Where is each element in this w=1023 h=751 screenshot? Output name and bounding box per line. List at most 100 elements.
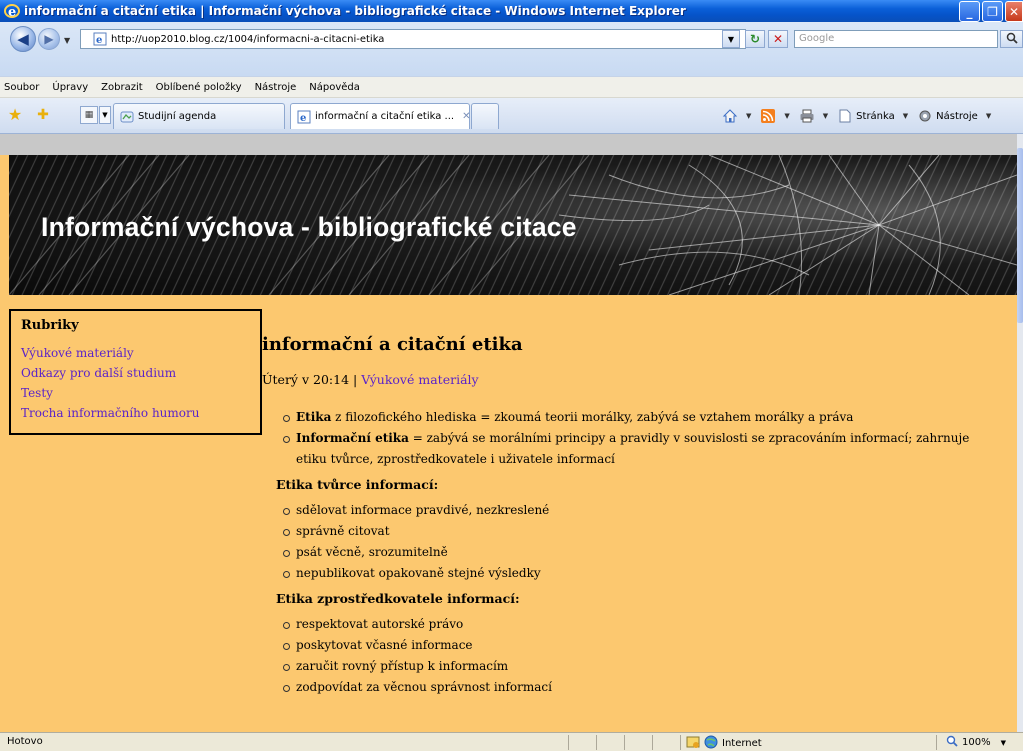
- sidebar-item-vyukove-materialy[interactable]: Výukové materiály: [21, 343, 250, 363]
- article-meta: Úterý v 20:14 | Výukové materiály: [262, 372, 1002, 387]
- list-item: poskytovat včasné informace: [283, 635, 1002, 656]
- internet-explorer-icon: e: [4, 3, 20, 20]
- maximize-button[interactable]: ❐: [982, 1, 1003, 22]
- section-heading: Etika zprostředkovatele informací:: [276, 591, 520, 606]
- chevron-down-icon[interactable]: ▼: [823, 112, 828, 120]
- address-bar[interactable]: e http://uop2010.blog.cz/1004/informacni…: [80, 29, 746, 49]
- status-divider: [652, 735, 653, 750]
- refresh-button[interactable]: ↻: [745, 30, 765, 48]
- history-dropdown-icon[interactable]: ▼: [64, 36, 70, 45]
- add-favorite-icon[interactable]: ✚: [34, 106, 52, 124]
- tab-favicon-icon: [120, 110, 134, 124]
- zone-label: Internet: [722, 738, 762, 749]
- menu-tools[interactable]: Nástroje: [255, 82, 297, 93]
- new-tab-button[interactable]: [471, 103, 499, 129]
- tab-list-dropdown-icon[interactable]: ▼: [99, 106, 111, 124]
- page-top-strip: [0, 134, 1017, 155]
- article-category-link[interactable]: Výukové materiály: [361, 372, 478, 387]
- forward-arrow-icon: ▶: [44, 32, 54, 46]
- menu-view[interactable]: Zobrazit: [101, 82, 143, 93]
- page-menu-button[interactable]: Stránka ▼: [837, 108, 913, 124]
- stop-button[interactable]: ✕: [768, 30, 788, 48]
- chevron-down-icon: ▼: [985, 112, 992, 120]
- tools-menu-button[interactable]: Nástroje ▼: [917, 108, 996, 124]
- close-tab-icon[interactable]: ✕: [462, 111, 469, 122]
- tab-favicon-icon: e: [297, 110, 311, 124]
- minimize-button[interactable]: _: [959, 1, 980, 22]
- favorites-star-icon[interactable]: ★: [6, 106, 24, 124]
- refresh-icon: ↻: [749, 32, 761, 46]
- sidebar-item-odkazy[interactable]: Odkazy pro další studium: [21, 363, 250, 383]
- article-title: informační a citační etika: [262, 334, 523, 355]
- list-item: sdělovat informace pravdivé, nezkreslené: [283, 500, 1002, 521]
- page-icon: e: [93, 32, 107, 46]
- rss-icon: [760, 108, 776, 124]
- sidebar-item-humor[interactable]: Trocha informačního humoru: [21, 403, 250, 423]
- address-toolbar: ◀ ▶ ▼ e http://uop2010.blog.cz/1004/info…: [0, 22, 1023, 76]
- window-titlebar[interactable]: e informační a citační etika | Informačn…: [0, 0, 1023, 22]
- chevron-down-icon[interactable]: ▼: [1001, 739, 1006, 747]
- list-item: zodpovídat za věcnou správnost informací: [283, 677, 1002, 698]
- search-icon: [1006, 32, 1018, 47]
- status-text: Hotovo: [7, 736, 43, 747]
- menu-bar: Soubor Úpravy Zobrazit Oblíbené položky …: [0, 76, 1023, 98]
- tab-bar: ★ ✚ ▦ ▼ Studijní agenda e informační a c…: [0, 98, 1023, 134]
- tab-label: informační a citační etika ...: [315, 111, 455, 122]
- home-button[interactable]: ▼: [722, 108, 756, 124]
- term-bold: Etika: [296, 410, 332, 424]
- svg-text:e: e: [300, 113, 306, 124]
- list-item: Informační etika = zabývá se morálními p…: [283, 428, 1002, 470]
- list-item: Etika z filozofického hlediska = zkoumá …: [283, 407, 1002, 428]
- chevron-down-icon: ▼: [902, 112, 909, 120]
- security-zone[interactable]: Internet: [686, 735, 762, 751]
- chevron-down-icon[interactable]: ▼: [784, 112, 789, 120]
- scrollbar-thumb[interactable]: [1017, 148, 1023, 323]
- menu-edit[interactable]: Úpravy: [52, 82, 88, 93]
- chevron-down-icon: ▼: [727, 34, 735, 44]
- window-title: informační a citační etika | Informační …: [24, 4, 686, 18]
- list-item: zaručit rovný přístup k informacím: [283, 656, 1002, 677]
- status-divider: [680, 735, 681, 750]
- article: informační a citační etika Úterý v 20:14…: [262, 334, 1002, 698]
- tools-menu-label: Nástroje: [936, 110, 978, 122]
- svg-text:e: e: [8, 5, 16, 19]
- back-button[interactable]: ◀: [10, 26, 36, 52]
- url-text[interactable]: http://uop2010.blog.cz/1004/informacni-a…: [111, 34, 384, 45]
- menu-help[interactable]: Nápověda: [309, 82, 360, 93]
- status-divider: [624, 735, 625, 750]
- quick-tabs-icon[interactable]: ▦: [80, 106, 98, 124]
- menu-favorites[interactable]: Oblíbené položky: [156, 82, 242, 93]
- tab-current-page[interactable]: e informační a citační etika ... ✕: [290, 103, 470, 129]
- feeds-button[interactable]: ▼: [760, 108, 794, 124]
- site-title[interactable]: Informační výchova - bibliografické cita…: [41, 212, 577, 243]
- forward-button[interactable]: ▶: [38, 28, 60, 50]
- vertical-scrollbar[interactable]: [1017, 134, 1023, 732]
- search-input[interactable]: Google: [794, 30, 998, 48]
- sidebar-item-testy[interactable]: Testy: [21, 383, 250, 403]
- sidebar-heading: Rubriky: [21, 318, 79, 333]
- close-button[interactable]: ✕: [1005, 1, 1023, 22]
- search-button[interactable]: [1000, 30, 1023, 48]
- definition-text: z filozofického hlediska = zkoumá teorii…: [331, 410, 854, 424]
- status-bar: Hotovo Internet 100% ▼: [0, 732, 1023, 751]
- menu-file[interactable]: Soubor: [4, 82, 39, 93]
- section-list: respektovat autorské právo poskytovat vč…: [283, 614, 1002, 698]
- print-button[interactable]: ▼: [799, 108, 833, 124]
- status-divider: [936, 735, 937, 750]
- section-heading: Etika tvůrce informací:: [276, 477, 439, 492]
- printer-icon: [799, 108, 815, 124]
- address-dropdown-button[interactable]: ▼: [722, 30, 740, 48]
- chevron-down-icon[interactable]: ▼: [746, 112, 751, 120]
- tab-studijni-agenda[interactable]: Studijní agenda: [113, 103, 285, 129]
- page-viewport: Informační výchova - bibliografické cita…: [0, 134, 1017, 732]
- section-list: sdělovat informace pravdivé, nezkreslené…: [283, 500, 1002, 584]
- page-menu-label: Stránka: [856, 110, 895, 122]
- zoom-control[interactable]: 100% ▼: [946, 735, 1006, 750]
- page-menu-icon: [837, 108, 853, 124]
- protected-mode-icon: [686, 735, 700, 751]
- stop-icon: ✕: [772, 32, 784, 46]
- globe-icon: [704, 735, 718, 751]
- list-item: správně citovat: [283, 521, 1002, 542]
- term-bold: Informační etika: [296, 431, 409, 445]
- gear-icon: [917, 108, 933, 124]
